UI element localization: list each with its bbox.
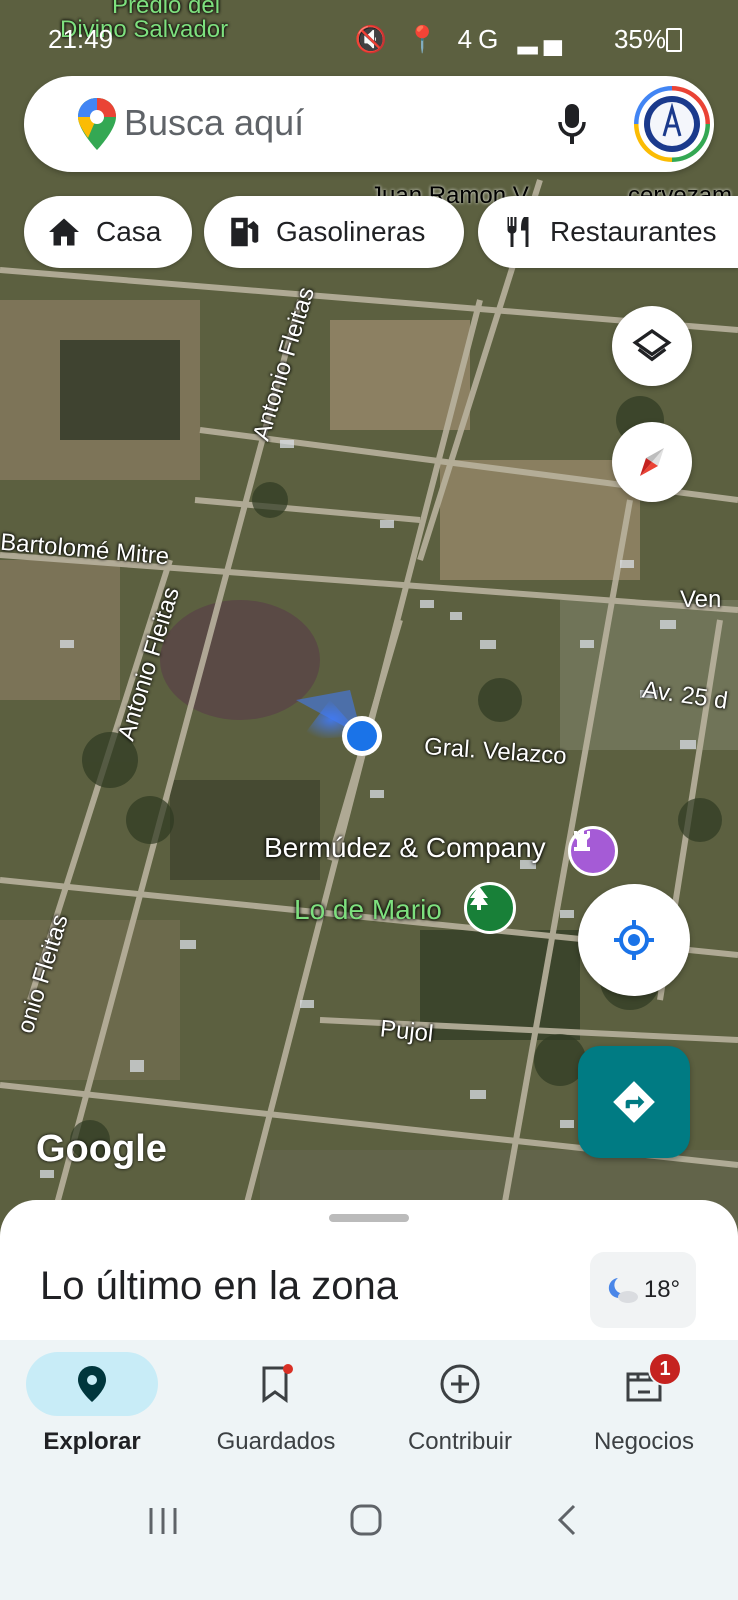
gas-station-icon: [231, 217, 259, 247]
chip-gas-stations-label: Gasolineras: [276, 216, 426, 247]
sheet-handle[interactable]: [329, 1214, 409, 1222]
chip-gas-stations[interactable]: Gasolineras: [204, 196, 464, 268]
search-placeholder[interactable]: Busca aquí: [124, 102, 304, 144]
bookmark-icon: [262, 1364, 293, 1403]
microphone-icon[interactable]: [552, 100, 592, 153]
crosshair-icon: [614, 920, 654, 960]
nav-saved[interactable]: Guardados: [184, 1340, 368, 1480]
layers-button[interactable]: [612, 306, 692, 386]
directions-button[interactable]: [578, 1046, 690, 1158]
map-label-ven: Ven: [680, 586, 722, 613]
google-attribution: Google: [36, 1128, 167, 1170]
directions-icon: [613, 1081, 655, 1123]
explore-pin-icon: [78, 1366, 106, 1402]
status-icons: 🔇 📍 4G ▂▄: [354, 24, 568, 54]
nav-explore[interactable]: Explorar: [0, 1340, 184, 1480]
back-icon[interactable]: [552, 1502, 582, 1538]
chip-home-label: Casa: [96, 216, 162, 247]
compass-icon: [640, 448, 664, 476]
home-nav-icon[interactable]: [348, 1502, 384, 1538]
account-avatar[interactable]: [634, 86, 710, 162]
chip-home[interactable]: Casa: [24, 196, 192, 268]
recent-apps-icon[interactable]: [146, 1504, 180, 1538]
google-maps-pin-icon: [76, 96, 118, 157]
sheet-title: Lo último en la zona: [40, 1264, 399, 1308]
chess-rook-icon[interactable]: [568, 826, 618, 876]
weather-temperature: 18°: [643, 1276, 681, 1303]
bottom-navigation: Explorar Guardados Contribuir 1 Negocios: [0, 1340, 738, 1480]
chip-restaurants[interactable]: Restaurantes: [478, 196, 738, 268]
nav-explore-label: Explorar: [43, 1428, 141, 1455]
chip-restaurants-label: Restaurantes: [550, 216, 717, 247]
system-navigation-bar: [0, 1480, 738, 1600]
map-label-pujol: Pujol: [378, 1015, 435, 1048]
battery-icon: [666, 28, 682, 52]
home-icon: [49, 218, 79, 246]
poi-label-bermudez[interactable]: Bermúdez & Company: [264, 832, 546, 864]
nav-contribute[interactable]: Contribuir: [368, 1340, 552, 1480]
nav-business[interactable]: 1 Negocios: [552, 1340, 736, 1480]
poi-label-lo-de-mario[interactable]: Lo de Mario: [294, 894, 442, 926]
status-bar: 21:49 🔇 📍 4G ▂▄ 35%: [0, 0, 738, 70]
status-time: 21:49: [48, 24, 114, 54]
tree-icon[interactable]: [464, 882, 516, 934]
status-battery: 35%: [613, 24, 666, 54]
nav-contribute-label: Contribuir: [407, 1428, 513, 1455]
bottom-sheet[interactable]: Lo último en la zona 18°: [0, 1200, 738, 1340]
weather-moon-cloud-icon: [608, 1278, 638, 1303]
search-bar[interactable]: Busca aquí: [24, 76, 714, 172]
nav-business-label: Negocios: [593, 1428, 695, 1455]
add-circle-icon: [440, 1364, 480, 1404]
compass-button[interactable]: [612, 422, 692, 502]
weather-chip[interactable]: 18°: [590, 1252, 696, 1328]
my-location-button[interactable]: [578, 884, 690, 996]
nav-saved-label: Guardados: [216, 1428, 336, 1455]
restaurant-icon: [507, 217, 529, 247]
notification-badge: 1: [648, 1352, 682, 1386]
layers-icon: [632, 328, 672, 362]
status-network: 4G: [457, 24, 505, 54]
